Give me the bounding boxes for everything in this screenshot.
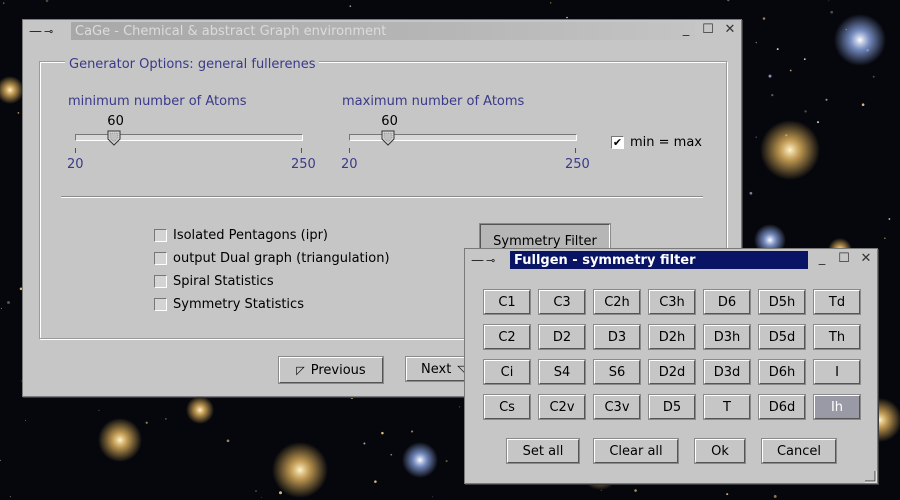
max-range-start: 20 [341,157,358,172]
min-eq-max-checkbox[interactable]: ✔ min = max [611,135,702,150]
option-isolated-pentagons[interactable]: Isolated Pentagons (ipr) [154,228,328,243]
symmetry-button-d2h[interactable]: D2h [649,325,695,349]
separator [61,196,703,198]
symmetry-button-t[interactable]: T [704,395,750,419]
symmetry-button-d6h[interactable]: D6h [759,360,805,384]
symmetry-button-ci[interactable]: Ci [484,360,530,384]
symmetry-button-i[interactable]: I [814,360,860,384]
pin-icon[interactable]: ⊸ [486,254,495,267]
symmetry-button-th[interactable]: Th [814,325,860,349]
symmetry-button-d6d[interactable]: D6d [759,395,805,419]
option-label: Spiral Statistics [173,274,274,289]
max-range-end: 250 [565,157,590,172]
symmetry-button-td[interactable]: Td [814,290,860,314]
max-atoms-value: 60 [381,114,398,129]
window-title: CaGe - Chemical & abstract Graph environ… [71,22,695,40]
symmetry-button-cs[interactable]: Cs [484,395,530,419]
symmetry-button-d3d[interactable]: D3d [704,360,750,384]
symmetry-button-c3h[interactable]: C3h [649,290,695,314]
ok-button[interactable]: Ok [695,439,745,463]
symmetry-button-d5d[interactable]: D5d [759,325,805,349]
cancel-button[interactable]: Cancel [762,439,836,463]
minimize-icon[interactable]: _ [679,22,693,37]
close-icon[interactable]: ✕ [723,22,737,37]
minus-icon[interactable]: — [471,253,484,268]
min-range-end: 250 [291,157,316,172]
option-dual-graph[interactable]: output Dual graph (triangulation) [154,251,390,266]
min-eq-max-label: min = max [630,135,702,150]
maximize-icon[interactable]: ☐ [701,22,715,37]
symmetry-button-d6[interactable]: D6 [704,290,750,314]
max-atoms-label: maximum number of Atoms [342,94,525,109]
previous-label: Previous [310,362,366,378]
min-eq-max-check-icon: ✔ [611,136,624,149]
max-tick-end [575,148,576,153]
group-title: Generator Options: general fullerenes [65,57,320,72]
symmetry-button-c2[interactable]: C2 [484,325,530,349]
min-tick-start [75,148,76,153]
dialog-titlebar[interactable]: — ⊸ Fullgen - symmetry filter _ ☐ ✕ [465,249,877,271]
previous-button[interactable]: ◸ Previous [279,357,383,383]
symmetry-button-c2h[interactable]: C2h [594,290,640,314]
symmetry-button-d5[interactable]: D5 [649,395,695,419]
back-arrow-icon: ◸ [296,363,305,377]
dialog-title: Fullgen - symmetry filter [510,251,808,269]
min-atoms-value: 60 [107,114,124,129]
option-label: Symmetry Statistics [173,297,304,312]
max-atoms-slider-thumb[interactable] [381,130,395,146]
symmetry-button-d2d[interactable]: D2d [649,360,695,384]
set-all-button[interactable]: Set all [507,439,579,463]
max-tick-start [349,148,350,153]
symmetry-button-s4[interactable]: S4 [539,360,585,384]
symmetry-button-s6[interactable]: S6 [594,360,640,384]
symmetry-button-c3v[interactable]: C3v [594,395,640,419]
close-icon[interactable]: ✕ [859,251,873,266]
next-label: Next [421,361,452,377]
min-range-start: 20 [67,157,84,172]
min-atoms-slider-thumb[interactable] [107,130,121,146]
checkbox-icon [154,252,167,265]
symmetry-button-d2[interactable]: D2 [539,325,585,349]
checkbox-icon [154,275,167,288]
option-label: output Dual graph (triangulation) [173,251,390,266]
pin-icon[interactable]: ⊸ [44,25,53,38]
option-spiral-statistics[interactable]: Spiral Statistics [154,274,274,289]
clear-all-button[interactable]: Clear all [594,439,678,463]
symmetry-button-c1[interactable]: C1 [484,290,530,314]
symmetry-button-d5h[interactable]: D5h [759,290,805,314]
option-symmetry-statistics[interactable]: Symmetry Statistics [154,297,304,312]
min-atoms-label: minimum number of Atoms [68,94,247,109]
minus-icon[interactable]: — [29,24,42,39]
symmetry-filter-dialog: — ⊸ Fullgen - symmetry filter _ ☐ ✕ C1 C3… [464,248,878,484]
min-tick-end [301,148,302,153]
main-titlebar[interactable]: — ⊸ CaGe - Chemical & abstract Graph env… [23,20,741,42]
symmetry-button-ih[interactable]: Ih [814,395,860,419]
resize-grip-icon[interactable] [863,469,877,483]
minimize-icon[interactable]: _ [815,251,829,266]
symmetry-button-c2v[interactable]: C2v [539,395,585,419]
symmetry-button-d3h[interactable]: D3h [704,325,750,349]
option-label: Isolated Pentagons (ipr) [173,228,328,243]
checkbox-icon [154,298,167,311]
checkbox-icon [154,229,167,242]
symmetry-button-c3[interactable]: C3 [539,290,585,314]
maximize-icon[interactable]: ☐ [837,251,851,266]
symmetry-button-d3[interactable]: D3 [594,325,640,349]
